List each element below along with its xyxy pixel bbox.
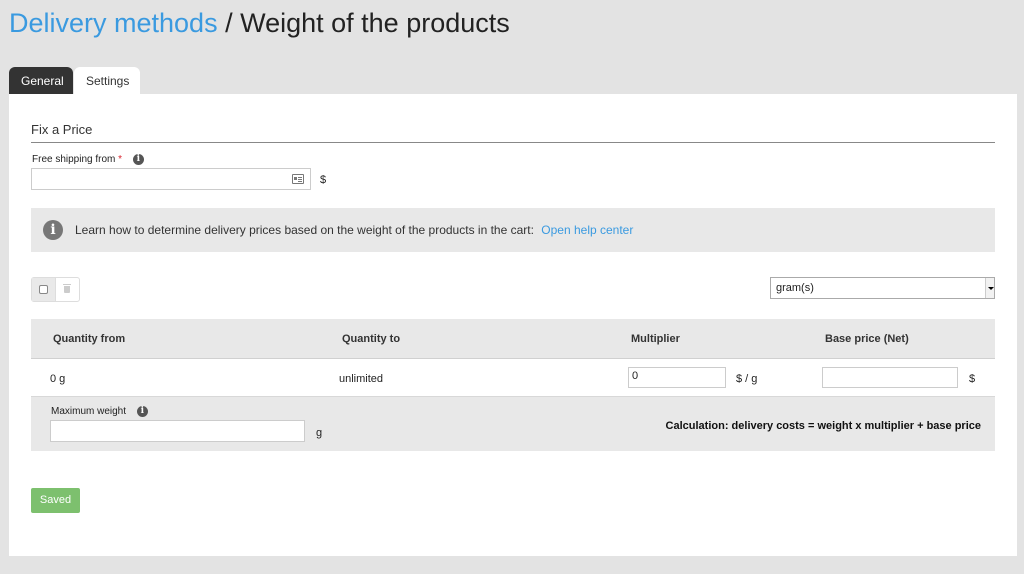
base-price-unit: $ xyxy=(969,373,976,385)
settings-panel: Fix a Price Free shipping from * i $ i L… xyxy=(9,94,1017,556)
table-header: Quantity from Quantity to Multiplier Bas… xyxy=(31,319,995,359)
maximum-weight-input[interactable] xyxy=(50,420,305,442)
trash-icon xyxy=(63,284,72,293)
info-icon[interactable]: i xyxy=(132,154,144,165)
tab-settings[interactable]: Settings xyxy=(74,67,140,94)
base-price-input[interactable] xyxy=(822,367,958,388)
info-icon[interactable]: i xyxy=(136,406,148,417)
quantity-from-value: 0 g xyxy=(50,373,66,385)
calculation-formula: Calculation: delivery costs = weight x m… xyxy=(665,420,981,432)
open-help-center-link[interactable]: Open help center xyxy=(541,223,633,237)
maximum-weight-row: Maximum weight i g Calculation: delivery… xyxy=(31,397,995,451)
maximum-weight-label: Maximum weight i xyxy=(51,406,148,417)
chevron-down-icon xyxy=(985,278,994,298)
column-quantity-to: Quantity to xyxy=(342,333,401,345)
save-button[interactable]: Saved xyxy=(31,488,80,513)
column-base-price: Base price (Net) xyxy=(825,333,909,345)
tab-general[interactable]: General xyxy=(9,67,73,94)
required-marker: * xyxy=(118,154,123,166)
select-all-button[interactable] xyxy=(32,278,56,301)
table-row: 0 g unlimited 0 $ / g $ xyxy=(31,359,995,397)
breadcrumb-link-delivery-methods[interactable]: Delivery methods xyxy=(9,8,218,38)
free-shipping-currency: $ xyxy=(320,174,327,186)
section-divider xyxy=(31,142,995,143)
weight-unit-select[interactable]: gram(s) xyxy=(770,277,995,299)
delete-button[interactable] xyxy=(56,278,79,301)
info-circle-icon: i xyxy=(43,220,63,240)
page-heading: Weight of the products xyxy=(240,8,510,38)
quantity-to-value: unlimited xyxy=(339,373,384,385)
breadcrumb-separator: / xyxy=(217,8,241,38)
section-title: Fix a Price xyxy=(31,122,93,137)
card-icon xyxy=(292,174,304,184)
column-multiplier: Multiplier xyxy=(631,333,680,345)
row-actions xyxy=(31,277,80,302)
tab-bar: General Settings xyxy=(9,67,141,94)
multiplier-input[interactable]: 0 xyxy=(628,367,726,388)
select-all-checkbox[interactable] xyxy=(38,285,48,294)
maximum-weight-unit: g xyxy=(316,427,323,439)
help-text: Learn how to determine delivery prices b… xyxy=(75,223,634,237)
help-notice: i Learn how to determine delivery prices… xyxy=(31,208,995,252)
page-title: Delivery methods / Weight of the product… xyxy=(9,5,510,41)
free-shipping-label: Free shipping from * i xyxy=(32,154,144,165)
multiplier-unit: $ / g xyxy=(736,373,758,385)
column-quantity-from: Quantity from xyxy=(53,333,126,345)
free-shipping-input[interactable] xyxy=(31,168,311,190)
